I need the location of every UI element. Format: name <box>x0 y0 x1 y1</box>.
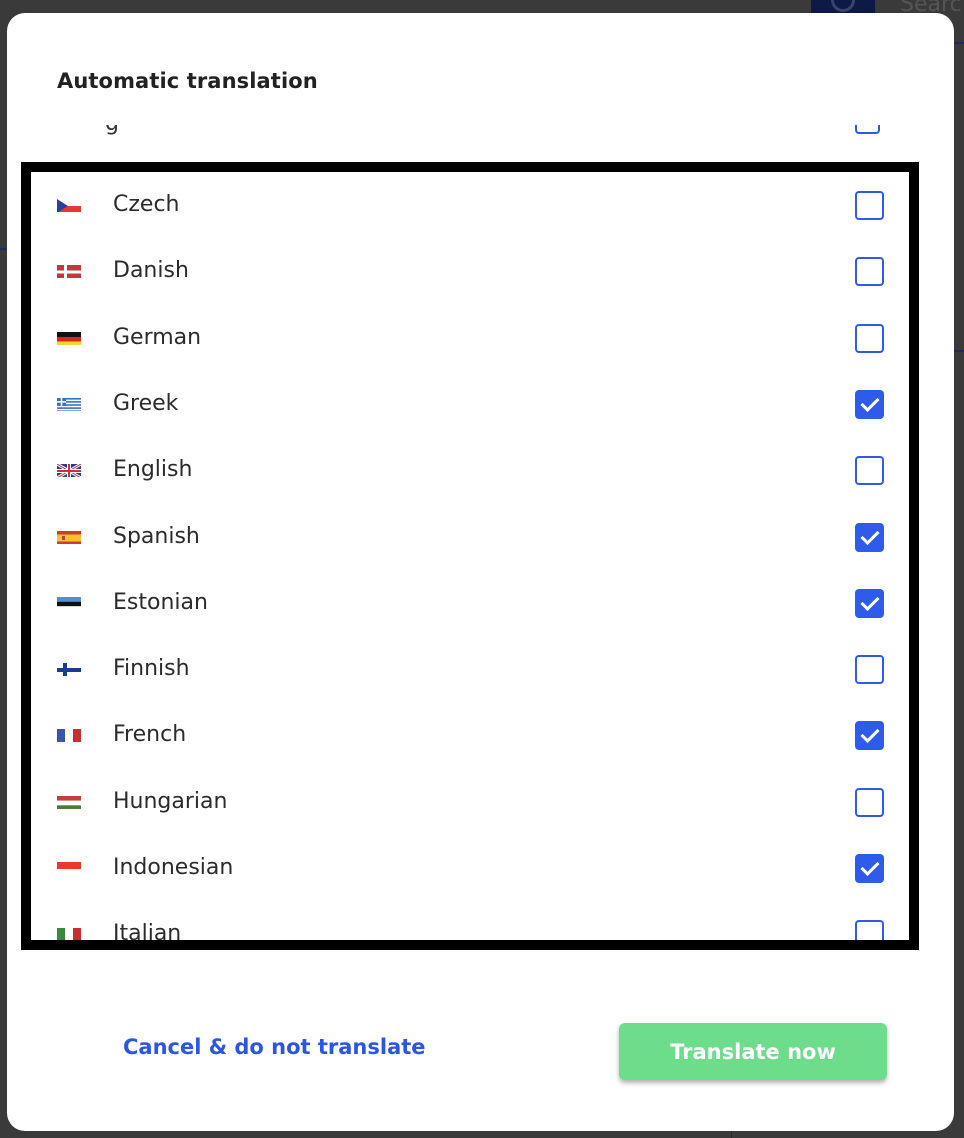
language-checkbox[interactable] <box>855 389 884 419</box>
background-divider <box>0 248 7 250</box>
translation-modal: Automatic translation g Czech Danish Germa… <box>7 13 954 1131</box>
language-label: English <box>113 457 193 483</box>
language-row-finnish[interactable]: Finnish <box>31 642 909 708</box>
language-label: Spanish <box>113 523 200 549</box>
flag-fr-icon <box>57 728 81 743</box>
language-row-spanish[interactable]: Spanish <box>31 510 909 576</box>
translate-now-button[interactable]: Translate now <box>619 1023 887 1080</box>
flag-dk-icon <box>57 264 81 279</box>
language-checkbox[interactable] <box>855 787 884 817</box>
background-divider <box>954 42 964 44</box>
language-checkbox[interactable] <box>855 655 884 685</box>
language-row-greek[interactable]: Greek <box>31 377 909 443</box>
language-checkbox[interactable] <box>855 257 884 287</box>
language-checkbox[interactable] <box>855 854 884 883</box>
partial-label: g <box>105 125 119 136</box>
flag-ee-icon <box>57 596 81 610</box>
flag-it-icon <box>57 927 81 940</box>
language-row-italian[interactable]: Italian <box>31 907 909 947</box>
language-label: Estonian <box>113 589 208 615</box>
language-row-english[interactable]: English <box>31 443 909 509</box>
cancel-button[interactable]: Cancel & do not translate <box>123 1035 426 1059</box>
language-row-indonesian[interactable]: Indonesian <box>31 841 909 907</box>
language-row-german[interactable]: German <box>31 311 909 377</box>
flag-hu-icon <box>57 795 81 809</box>
flag-gb-icon <box>57 463 81 478</box>
language-label: German <box>113 324 202 350</box>
language-label: Italian <box>113 921 182 947</box>
background-search-button <box>811 0 875 14</box>
language-label: Indonesian <box>113 855 234 880</box>
language-label: French <box>113 722 187 748</box>
language-label: Danish <box>113 258 189 284</box>
modal-title: Automatic translation <box>57 69 318 93</box>
language-row-hungarian[interactable]: Hungarian <box>31 775 909 841</box>
flag-id-icon <box>57 861 81 875</box>
language-row-danish[interactable]: Danish <box>31 244 909 310</box>
language-checkbox[interactable] <box>855 522 884 552</box>
flag-de-icon <box>57 331 81 345</box>
language-label: Hungarian <box>113 788 228 814</box>
language-label: Finnish <box>113 656 190 682</box>
language-row-czech[interactable]: Czech <box>31 178 909 244</box>
language-checkbox[interactable] <box>855 323 884 353</box>
language-checkbox[interactable] <box>855 456 884 486</box>
language-label: Czech <box>113 192 180 217</box>
language-checkbox[interactable] <box>855 721 884 751</box>
language-checkbox[interactable] <box>855 191 884 220</box>
search-icon <box>831 0 855 12</box>
language-row-french[interactable]: French <box>31 708 909 774</box>
language-checkbox[interactable] <box>855 588 884 618</box>
flag-cz-icon <box>57 198 81 212</box>
language-checkbox[interactable] <box>855 920 884 940</box>
language-row-partial: g <box>7 125 954 145</box>
language-list[interactable]: Czech Danish German Greek English Spanish Esto… <box>21 162 919 950</box>
language-row-estonian[interactable]: Estonian <box>31 576 909 642</box>
background-divider <box>731 1131 732 1138</box>
flag-fi-icon <box>57 662 81 677</box>
flag-es-icon <box>57 530 81 544</box>
flag-gr-icon <box>57 397 81 411</box>
partial-checkbox[interactable] <box>855 125 880 134</box>
language-label: Greek <box>113 390 179 416</box>
background-divider <box>954 350 964 352</box>
